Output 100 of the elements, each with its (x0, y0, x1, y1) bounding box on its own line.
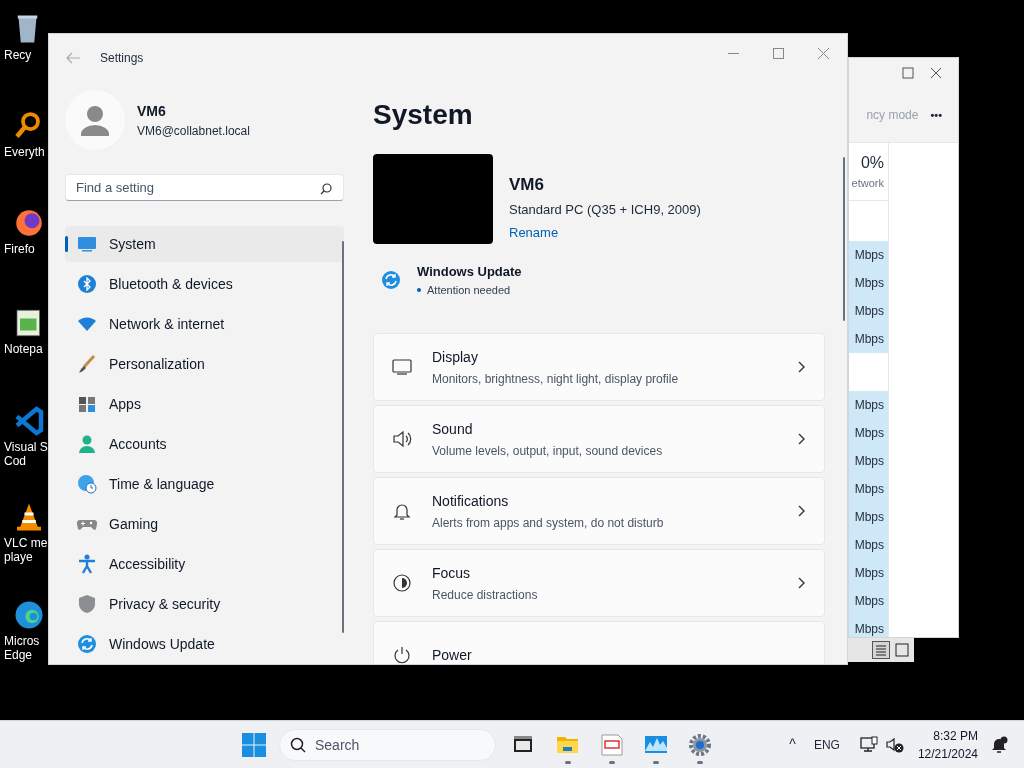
system-icon (77, 234, 97, 254)
language-indicator[interactable]: ENG (813, 735, 840, 754)
window-title: Settings (100, 50, 144, 67)
cell-text: Mbps (854, 331, 884, 348)
person-icon (77, 434, 97, 454)
cell-text: Mbps (854, 453, 884, 470)
notification-bell-icon[interactable] (990, 735, 1008, 754)
rename-link[interactable]: Rename (509, 223, 701, 243)
shield-icon (77, 594, 97, 614)
globe-icon (77, 474, 97, 494)
card-title: Focus (432, 563, 472, 583)
windows-logo-icon (242, 732, 266, 757)
search-field[interactable]: Find a setting (65, 174, 344, 201)
cell-text: Mbps (854, 247, 884, 264)
nav-item[interactable]: Gaming (65, 506, 344, 542)
tile-view-icon[interactable] (894, 642, 910, 658)
card-title: Sound (432, 419, 474, 439)
card-title: Display (432, 347, 479, 367)
device-name: VM6 (509, 174, 545, 196)
cell-text: Mbps (854, 303, 884, 320)
card-subtitle: Reduce distractions (432, 586, 539, 604)
maximize-icon[interactable] (773, 47, 784, 59)
power-icon (392, 645, 412, 664)
update-icon (77, 634, 97, 654)
start-button[interactable] (240, 730, 268, 759)
text-editor-icon (600, 732, 624, 757)
cell-text: Mbps (854, 275, 884, 292)
nav-item[interactable]: Windows Update (65, 626, 344, 662)
maximize-icon[interactable] (902, 67, 914, 79)
swirl-icon[interactable] (14, 600, 44, 630)
card-title: Notifications (432, 491, 510, 511)
traffic-cone-icon[interactable] (14, 502, 44, 532)
icon-label: Cod (4, 454, 26, 468)
settings-card[interactable]: Focus Reduce distractions (373, 549, 825, 617)
cell-text: Mbps (854, 481, 884, 498)
close-icon[interactable] (930, 67, 942, 79)
code-editor-icon[interactable] (14, 406, 44, 436)
search-icon (290, 736, 306, 753)
clock-time[interactable]: 8:32 PM (933, 726, 978, 745)
sound-icon (392, 429, 412, 449)
nav-item[interactable]: Accounts (65, 426, 344, 462)
more-button[interactable]: ••• (930, 106, 942, 124)
cell-text: Mbps (854, 425, 884, 442)
card-title: Power (432, 645, 473, 664)
apps-icon (77, 394, 97, 414)
close-icon[interactable] (818, 47, 829, 59)
bluetooth-icon (77, 274, 97, 294)
avatar-icon (65, 90, 125, 150)
icon-label: Recy (4, 48, 32, 62)
page-title: System (373, 98, 474, 132)
scrollbar[interactable] (843, 157, 845, 321)
accessibility-icon (77, 554, 97, 574)
nav-item[interactable]: Bluetooth & devices (65, 266, 344, 302)
bell-icon (392, 501, 412, 521)
search-icon (320, 183, 332, 195)
icon-label: Visual S (4, 440, 48, 454)
card-subtitle: Alerts from apps and system, do not disturb (432, 514, 665, 532)
nav-item[interactable]: Privacy & security (65, 586, 344, 622)
focus-icon (392, 573, 412, 593)
update-icon[interactable] (381, 270, 401, 290)
nav-item[interactable]: System (65, 226, 344, 262)
device-model: Standard PC (Q35 + ICH9, 2009) (509, 200, 701, 219)
column-header: etwork (851, 176, 884, 192)
icon-label: Everyth (4, 145, 45, 159)
settings-card[interactable]: Display Monitors, brightness, night light, display profile (373, 333, 825, 401)
volume-muted-icon[interactable] (885, 735, 904, 754)
card-subtitle: Volume levels, output, input, sound devices (432, 442, 664, 460)
settings-card[interactable]: Power (373, 621, 825, 664)
cell-text: Mbps (854, 621, 884, 637)
chevron-right-icon (798, 433, 806, 445)
profile-email: VM6@collabnet.local (137, 122, 250, 140)
network-icon[interactable] (859, 735, 878, 754)
scrollbar[interactable] (342, 241, 344, 633)
cell-text: Mbps (854, 397, 884, 414)
display-icon (392, 357, 412, 377)
nav-item[interactable]: Time & language (65, 466, 344, 502)
icon-label: VLC me (4, 536, 48, 550)
chevron-right-icon (798, 361, 806, 373)
gear-icon (688, 732, 712, 757)
brush-icon (77, 354, 97, 374)
clock-date[interactable]: 12/21/2024 (917, 744, 978, 763)
profile-name: VM6 (137, 101, 167, 121)
taskbar-search[interactable]: Search (279, 728, 496, 761)
nav-item[interactable]: Accessibility (65, 546, 344, 582)
settings-card[interactable]: Sound Volume levels, output, input, sound devices (373, 405, 825, 473)
cell-text: Mbps (854, 509, 884, 526)
icon-label: Notepa (4, 342, 43, 356)
settings-card[interactable]: Notifications Alerts from apps and system, do not disturb (373, 477, 825, 545)
column-percent: 0% (860, 153, 884, 174)
nav-item[interactable]: Network & internet (65, 306, 344, 342)
icon-label: Micros (4, 634, 40, 648)
cell-text: Mbps (854, 565, 884, 582)
tray-overflow-button[interactable]: ^ (781, 734, 804, 755)
cell-text: Mbps (854, 593, 884, 610)
nav-item[interactable]: Personalization (65, 346, 344, 382)
update-status: Attention needed (427, 282, 511, 298)
nav-item[interactable]: Apps (65, 386, 344, 422)
fox-browser-icon[interactable] (14, 208, 44, 238)
toolbar-text: ncy mode (866, 107, 919, 124)
list-view-icon[interactable] (872, 641, 890, 659)
